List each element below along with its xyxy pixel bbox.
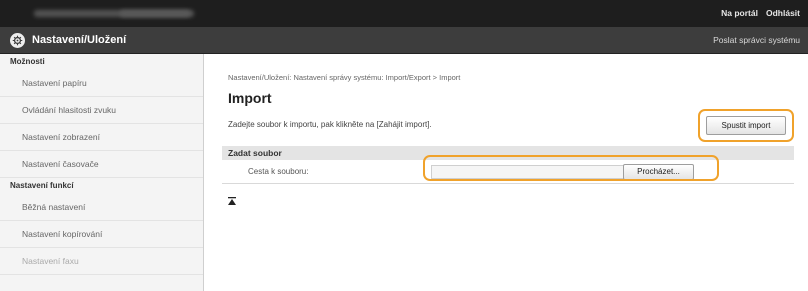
top-bar: Na portál Odhlásit [0,0,808,27]
sidebar-item-fax-settings[interactable]: Nastavení faxu [0,248,203,275]
blurred-device-name-2 [120,10,190,17]
page-title: Import [228,90,272,106]
printer-gear-icon [10,33,25,48]
portal-link[interactable]: Na portál [721,8,758,18]
file-path-label: Cesta k souboru: [248,167,309,176]
instruction-text: Zadejte soubor k importu, pak klikněte n… [228,120,432,129]
header-bar: Nastavení/Uložení Poslat správci systému [0,27,808,54]
sidebar-item-display-settings[interactable]: Nastavení zobrazení [0,124,203,151]
sidebar-item-paper-settings[interactable]: Nastavení papíru [0,70,203,97]
sidebar-item-copy-settings[interactable]: Nastavení kopírování [0,221,203,248]
top-links: Na portál Odhlásit [721,8,800,18]
sidebar-item-volume-control[interactable]: Ovládání hlasitosti zvuku [0,97,203,124]
file-input-highlight [423,155,719,181]
page-header-title: Nastavení/Uložení [32,34,127,46]
sidebar-item-timer-settings[interactable]: Nastavení časovače [0,151,203,178]
sidebar-section-function-settings: Nastavení funkcí [10,181,74,190]
main-content: Nastavení/Uložení: Nastavení správy syst… [218,54,808,291]
start-import-button[interactable]: Spustit import [706,116,786,135]
back-to-top-icon[interactable] [228,197,236,205]
sidebar-item-common-settings[interactable]: Běžná nastavení [0,194,203,221]
sidebar-section-options: Možnosti [10,57,45,66]
breadcrumb: Nastavení/Uložení: Nastavení správy syst… [228,73,461,82]
sidebar: Možnosti Nastavení papíru Ovládání hlasi… [0,54,204,291]
logout-link[interactable]: Odhlásit [766,8,800,18]
mail-admin-link[interactable]: Poslat správci systému [713,35,800,45]
